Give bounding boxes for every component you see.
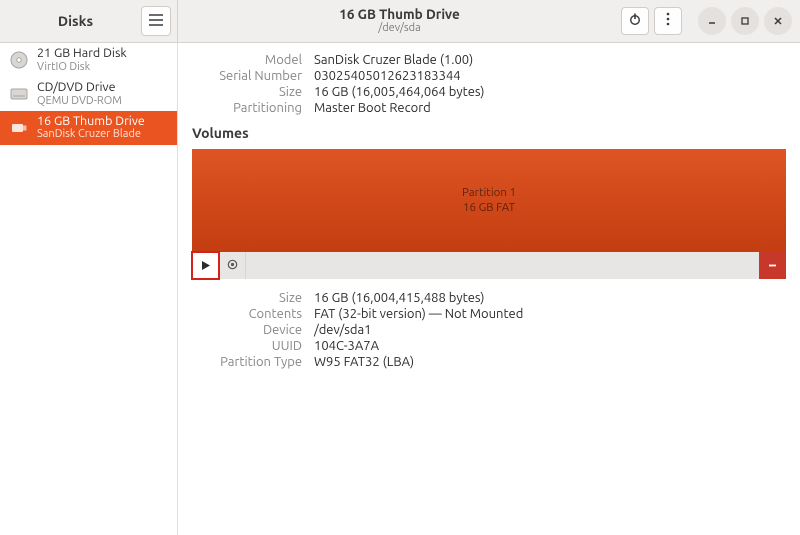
drive-sub: QEMU DVD-ROM [37,95,122,107]
maximize-icon [740,12,750,30]
headerbar: Disks 16 GB Thumb Drive /dev/sda [0,0,800,43]
label-vol-uuid: UUID [192,339,302,353]
close-icon [773,12,783,30]
label-serial: Serial Number [192,69,302,83]
value-partitioning: Master Boot Record [314,101,786,115]
minimize-icon [707,12,717,30]
volume-partition-1[interactable]: Partition 1 16 GB FAT [192,149,786,252]
drive-sub: VirtIO Disk [37,61,127,73]
value-vol-uuid: 104C-3A7A [314,339,786,353]
volume-info: Size 16 GB (16,004,415,488 bytes) Conten… [192,291,786,369]
drive-text: 21 GB Hard Disk VirtIO Disk [37,47,127,73]
volume-settings-button[interactable] [219,252,246,279]
volumes-heading: Volumes [192,125,786,141]
value-vol-device: /dev/sda1 [314,323,786,337]
value-model: SanDisk Cruzer Blade (1.00) [314,53,786,67]
value-serial: 03025405012623183344 [314,69,786,83]
usb-drive-icon [8,117,30,139]
power-icon [628,12,642,30]
value-vol-size: 16 GB (16,004,415,488 bytes) [314,291,786,305]
drive-name: CD/DVD Drive [37,81,122,95]
drive-text: 16 GB Thumb Drive SanDisk Cruzer Blade [37,115,145,141]
optical-drive-icon [8,83,30,105]
label-vol-contents: Contents [192,307,302,321]
drive-sub: SanDisk Cruzer Blade [37,128,145,140]
label-vol-device: Device [192,323,302,337]
partition-title: Partition 1 [462,186,516,200]
partition-sub: 16 GB FAT [462,201,516,215]
sidebar: 21 GB Hard Disk VirtIO Disk CD/DVD Drive… [0,43,178,535]
mount-button[interactable] [192,252,219,279]
main: Model SanDisk Cruzer Blade (1.00) Serial… [178,43,800,535]
drive-name: 16 GB Thumb Drive [37,115,145,129]
label-partitioning: Partitioning [192,101,302,115]
drive-info: Model SanDisk Cruzer Blade (1.00) Serial… [192,53,786,115]
gear-icon [226,257,239,275]
window-minimize-button[interactable] [698,7,726,35]
partition-label-group: Partition 1 16 GB FAT [462,186,516,215]
app-menu-button[interactable] [141,6,171,36]
kebab-icon [666,12,670,30]
sidebar-item-hard-disk[interactable]: 21 GB Hard Disk VirtIO Disk [0,43,177,77]
minus-icon [767,257,778,275]
header-right [621,7,800,35]
delete-partition-button[interactable] [759,252,786,279]
sidebar-item-thumb-drive[interactable]: 16 GB Thumb Drive SanDisk Cruzer Blade [0,111,177,145]
drive-menu-button[interactable] [654,7,682,35]
header-drive-title: 16 GB Thumb Drive [178,7,621,23]
value-vol-contents: FAT (32-bit version) — Not Mounted [314,307,786,321]
volume-toolbar [192,252,786,279]
label-vol-size: Size [192,291,302,305]
label-model: Model [192,53,302,67]
header-drive-path: /dev/sda [178,22,621,35]
drive-text: CD/DVD Drive QEMU DVD-ROM [37,81,122,107]
window-maximize-button[interactable] [731,7,759,35]
hard-disk-icon [8,49,30,71]
value-size: 16 GB (16,005,464,064 bytes) [314,85,786,99]
header-left: Disks [0,0,178,42]
sidebar-item-cd-dvd[interactable]: CD/DVD Drive QEMU DVD-ROM [0,77,177,111]
label-vol-ptype: Partition Type [192,355,302,369]
app-title: Disks [10,13,141,29]
drive-name: 21 GB Hard Disk [37,47,127,61]
header-center: 16 GB Thumb Drive /dev/sda [178,7,621,35]
play-icon [200,257,211,275]
body: 21 GB Hard Disk VirtIO Disk CD/DVD Drive… [0,43,800,535]
power-button[interactable] [621,7,649,35]
label-size: Size [192,85,302,99]
window-close-button[interactable] [764,7,792,35]
value-vol-ptype: W95 FAT32 (LBA) [314,355,786,369]
hamburger-icon [149,12,163,30]
